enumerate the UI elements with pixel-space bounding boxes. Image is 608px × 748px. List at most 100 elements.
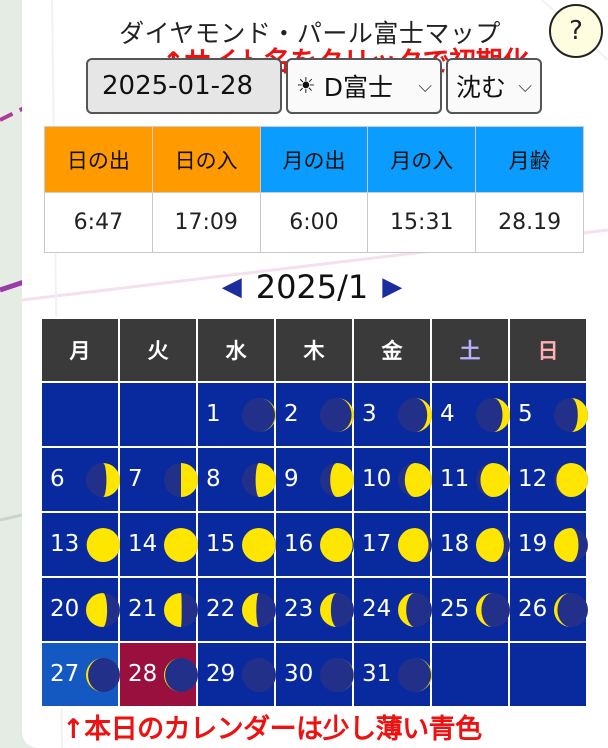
moon-phase-icon [398, 528, 432, 562]
day-number: 4 [440, 401, 455, 427]
moon-lit-area [476, 528, 504, 562]
today-color-hint: ↑本日のカレンダーは少し薄い青色 [62, 714, 482, 745]
calendar-day-31[interactable]: 31 [352, 641, 432, 708]
moon-lit-area [181, 463, 198, 497]
moonset-value: 15:31 [367, 192, 477, 253]
weekday-header-tue: 火 [118, 317, 198, 383]
calendar-day-4[interactable]: 4 [430, 381, 510, 448]
sun-icon: ☀ [296, 73, 316, 99]
moon-lit-area [398, 528, 429, 562]
moon-phase-icon [86, 658, 120, 692]
month-navigation: ◀ 2025/1 ▶ [200, 262, 424, 312]
moon-phase-icon [554, 398, 588, 432]
moon-phase-icon [86, 463, 120, 497]
calendar-day-13[interactable]: 13 [40, 511, 120, 578]
calendar-day-1[interactable]: 1 [196, 381, 276, 448]
calendar-day-27[interactable]: 27 [40, 641, 120, 708]
calendar-day-18[interactable]: 18 [430, 511, 510, 578]
moon-phase-icon [476, 528, 510, 562]
calendar-day-11[interactable]: 11 [430, 446, 510, 513]
calendar-day-23[interactable]: 23 [274, 576, 354, 643]
calendar-day-2[interactable]: 2 [274, 381, 354, 448]
calendar-day-26[interactable]: 26 [508, 576, 588, 643]
calendar-day-9[interactable]: 9 [274, 446, 354, 513]
calendar-day-14[interactable]: 14 [118, 511, 198, 578]
calendar-empty-cell [40, 381, 120, 448]
moon-lit-area [330, 463, 354, 497]
day-number: 27 [50, 661, 80, 687]
moon-phase-icon [86, 528, 120, 562]
calendar-day-6[interactable]: 6 [40, 446, 120, 513]
day-number: 30 [284, 661, 314, 687]
moon-calendar: 月火水木金土日 1 2 3 4 5 6 7 8 9 10 11 12 13 14 15 16 17 18 19 20 2… [40, 317, 588, 708]
moonrise-value: 6:00 [259, 192, 369, 253]
day-number: 23 [284, 596, 314, 622]
triangle-right-icon[interactable]: ▶ [382, 272, 402, 302]
moon-age-header: 月齢 [475, 126, 584, 193]
calendar-day-25[interactable]: 25 [430, 576, 510, 643]
day-number: 15 [206, 531, 236, 557]
calendar-day-3[interactable]: 3 [352, 381, 432, 448]
date-input[interactable]: 2025-01-28 [86, 58, 282, 114]
calendar-day-30[interactable]: 30 [274, 641, 354, 708]
moon-phase-icon [398, 398, 432, 432]
moon-lit-area [554, 528, 579, 562]
day-number: 17 [362, 531, 392, 557]
triangle-left-icon[interactable]: ◀ [222, 272, 242, 302]
calendar-day-29[interactable]: 29 [196, 641, 276, 708]
calendar-day-22[interactable]: 22 [196, 576, 276, 643]
help-button[interactable]: ? [549, 4, 603, 58]
moon-lit-area [320, 528, 353, 562]
moon-phase-icon [164, 658, 198, 692]
moon-phase-icon [320, 463, 354, 497]
moon-phase-icon [86, 593, 120, 627]
rise-set-value: 沈む [456, 73, 507, 102]
moon-lit-area [404, 463, 432, 497]
calendar-day-17[interactable]: 17 [352, 511, 432, 578]
day-number: 12 [518, 466, 548, 492]
moon-phase-icon [554, 528, 588, 562]
calendar-day-7[interactable]: 7 [118, 446, 198, 513]
moon-lit-area [86, 593, 108, 627]
calendar-day-10[interactable]: 10 [352, 446, 432, 513]
day-number: 20 [50, 596, 80, 622]
calendar-day-5[interactable]: 5 [508, 381, 588, 448]
day-number: 6 [50, 466, 65, 492]
calendar-day-16[interactable]: 16 [274, 511, 354, 578]
day-number: 8 [206, 466, 221, 492]
chevron-down-icon: ⌵ [418, 75, 432, 97]
sunrise-value: 6:47 [44, 192, 153, 253]
calendar-day-12[interactable]: 12 [508, 446, 588, 513]
day-number: 25 [440, 596, 470, 622]
day-number: 19 [518, 531, 548, 557]
calendar-day-19[interactable]: 19 [508, 511, 588, 578]
weekday-header-mon: 月 [40, 317, 120, 383]
calendar-day-21[interactable]: 21 [118, 576, 198, 643]
calendar-week-row: 6 7 8 9 10 11 12 [40, 446, 588, 513]
calendar-day-24[interactable]: 24 [352, 576, 432, 643]
date-value: 2025-01-28 [102, 71, 254, 101]
moon-phase-icon [398, 658, 432, 692]
calendar-day-8[interactable]: 8 [196, 446, 276, 513]
sunset-header: 日の入 [151, 126, 261, 193]
rise-set-select[interactable]: 沈む ⌵ [446, 58, 542, 114]
moon-phase-icon [164, 593, 198, 627]
moon-lit-area [86, 528, 120, 562]
calendar-day-20[interactable]: 20 [40, 576, 120, 643]
calendar-day-28[interactable]: 28 [118, 641, 198, 708]
moon-phase-icon [398, 463, 432, 497]
calendar-day-15[interactable]: 15 [196, 511, 276, 578]
day-number: 21 [128, 596, 158, 622]
calendar-empty-cell [118, 381, 198, 448]
chevron-down-icon: ⌵ [518, 75, 532, 97]
calendar-empty-cell [430, 641, 510, 708]
weekday-header-wed: 水 [196, 317, 276, 383]
day-number: 5 [518, 401, 533, 427]
moon-phase-icon [554, 593, 588, 627]
moonset-header: 月の入 [367, 126, 477, 193]
day-number: 9 [284, 466, 299, 492]
moon-phase-icon [398, 593, 432, 627]
moon-age-value: 28.19 [475, 192, 584, 253]
sunset-value: 17:09 [151, 192, 261, 253]
fuji-type-select[interactable]: ☀ D富士 ⌵ [286, 58, 442, 114]
